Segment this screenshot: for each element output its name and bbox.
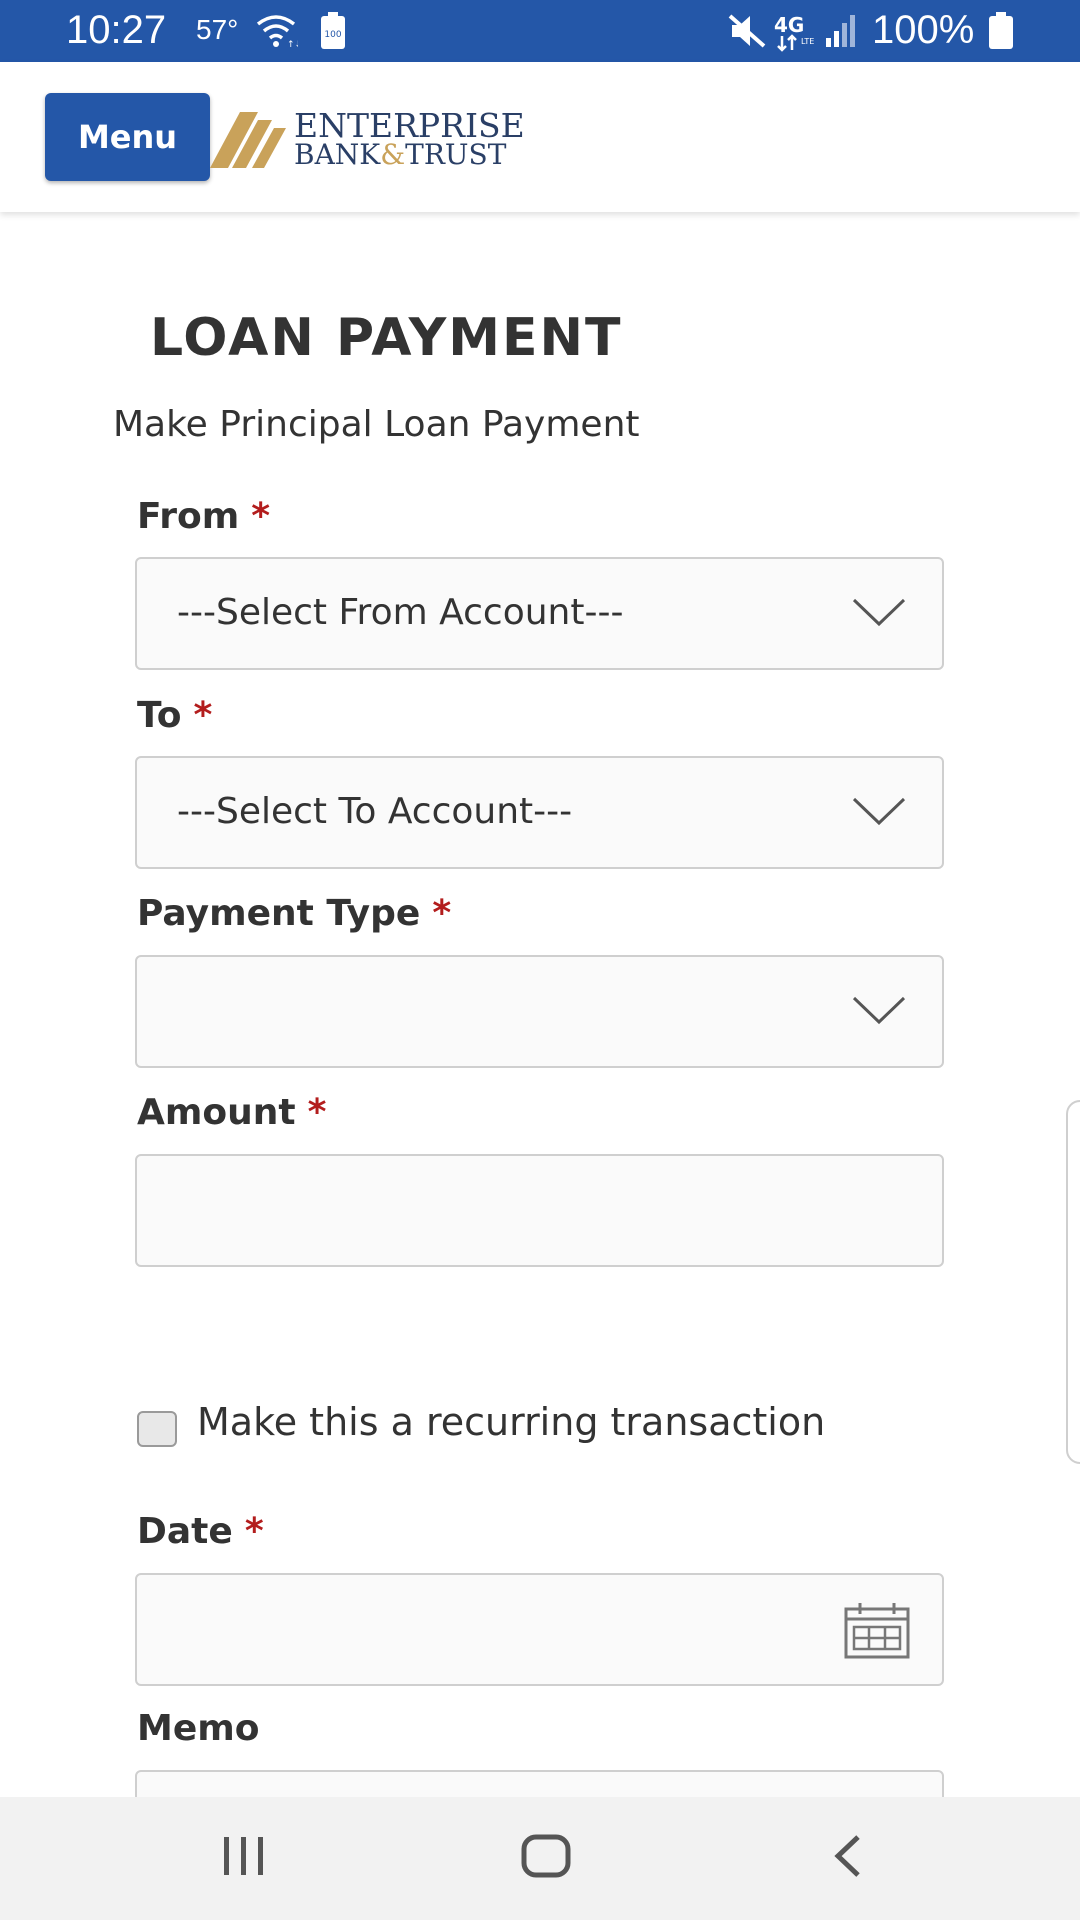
amount-input[interactable] bbox=[135, 1154, 944, 1267]
payment-type-label-text: Payment Type bbox=[137, 893, 421, 934]
required-mark: * bbox=[432, 893, 452, 934]
logo-trust: TRUST bbox=[405, 138, 507, 171]
chevron-down-icon bbox=[852, 598, 906, 627]
app-header: Menu ENTERPRISE BANK&TRUST bbox=[0, 62, 1080, 212]
required-mark: * bbox=[251, 496, 271, 537]
status-temperature: 57° bbox=[196, 14, 239, 45]
to-label-text: To bbox=[137, 695, 182, 736]
battery-saver-icon: 100 bbox=[320, 12, 346, 54]
amount-label: Amount * bbox=[137, 1092, 326, 1133]
payment-type-label: Payment Type * bbox=[137, 893, 451, 934]
menu-button[interactable]: Menu bbox=[45, 93, 210, 181]
from-account-select[interactable]: ---Select From Account--- bbox=[135, 557, 944, 670]
from-account-value: ---Select From Account--- bbox=[177, 592, 624, 633]
page-title: LOAN PAYMENT bbox=[150, 308, 623, 368]
chevron-down-icon bbox=[852, 996, 906, 1025]
battery-percentage: 100% bbox=[872, 8, 975, 52]
logo-bank: BANK bbox=[294, 138, 381, 171]
signal-icon bbox=[824, 12, 858, 52]
home-icon[interactable] bbox=[520, 1833, 572, 1879]
svg-text:LTE: LTE bbox=[801, 37, 814, 46]
chevron-down-icon bbox=[852, 797, 906, 826]
enterprise-bank-logo[interactable]: ENTERPRISE BANK&TRUST bbox=[210, 104, 550, 174]
memo-label: Memo bbox=[137, 1708, 260, 1749]
wifi-icon: ↑↓ bbox=[254, 12, 302, 52]
date-label: Date * bbox=[137, 1511, 264, 1552]
page-subtitle: Make Principal Loan Payment bbox=[113, 404, 640, 445]
svg-text:100: 100 bbox=[324, 30, 341, 40]
from-label-text: From bbox=[137, 496, 240, 537]
logo-line2: BANK&TRUST bbox=[294, 138, 506, 171]
logo-ampersand: & bbox=[380, 138, 406, 171]
svg-text:4G: 4G bbox=[774, 13, 804, 37]
date-input[interactable] bbox=[135, 1573, 944, 1686]
required-mark: * bbox=[307, 1092, 327, 1133]
status-time: 10:27 bbox=[66, 8, 167, 52]
payment-type-select[interactable] bbox=[135, 955, 944, 1068]
recents-icon[interactable] bbox=[220, 1833, 268, 1879]
to-label: To * bbox=[137, 695, 212, 736]
svg-text:↑↓: ↑↓ bbox=[287, 40, 298, 48]
recurring-checkbox[interactable] bbox=[137, 1411, 177, 1447]
system-nav-bar bbox=[0, 1797, 1080, 1920]
date-label-text: Date bbox=[137, 1511, 233, 1552]
back-icon[interactable] bbox=[830, 1833, 866, 1879]
battery-icon bbox=[988, 12, 1014, 54]
side-feedback-tab[interactable] bbox=[1066, 1100, 1080, 1464]
calendar-icon[interactable] bbox=[844, 1601, 910, 1659]
to-account-select[interactable]: ---Select To Account--- bbox=[135, 756, 944, 869]
required-mark: * bbox=[193, 695, 213, 736]
mute-icon bbox=[728, 12, 768, 54]
from-label: From * bbox=[137, 496, 270, 537]
recurring-checkbox-label[interactable]: Make this a recurring transaction bbox=[197, 1400, 825, 1444]
4g-lte-icon: 4G LTE bbox=[774, 12, 818, 56]
required-mark: * bbox=[244, 1511, 264, 1552]
amount-label-text: Amount bbox=[137, 1092, 296, 1133]
to-account-value: ---Select To Account--- bbox=[177, 791, 573, 832]
logo-stripes-icon bbox=[210, 112, 286, 168]
status-bar: 10:27 57° ↑↓ 100 4G LTE bbox=[0, 0, 1080, 62]
